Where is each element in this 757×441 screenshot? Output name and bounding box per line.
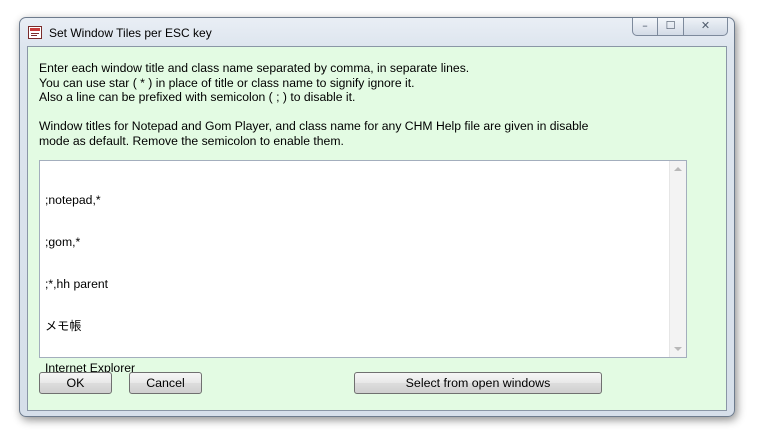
- cancel-button[interactable]: Cancel: [129, 372, 202, 394]
- minimize-icon: –: [642, 19, 648, 32]
- window-controls: – ☐ ✕: [632, 18, 728, 38]
- instructions-text: Enter each window title and class name s…: [39, 61, 588, 148]
- instruction-line: You can use star ( * ) in place of title…: [39, 75, 415, 90]
- textarea-line: メモ帳: [45, 319, 82, 333]
- title-bar[interactable]: Set Window Tiles per ESC key – ☐ ✕: [20, 18, 734, 46]
- textarea-line: ;gom,*: [45, 235, 81, 249]
- textarea-line: ;*,hh parent: [45, 277, 109, 291]
- window-list-textarea[interactable]: ;notepad,* ;gom,* ;*,hh parent メモ帳 Inter…: [39, 160, 687, 375]
- app-icon[interactable]: [28, 26, 42, 39]
- instruction-line: Window titles for Notepad and Gom Player…: [39, 119, 589, 133]
- close-button[interactable]: ✕: [684, 18, 728, 36]
- window-title: Set Window Tiles per ESC key: [49, 26, 212, 40]
- vertical-scrollbar[interactable]: [669, 161, 686, 357]
- close-icon: ✕: [700, 19, 711, 32]
- textarea-content[interactable]: ;notepad,* ;gom,* ;*,hh parent メモ帳 Inter…: [45, 165, 135, 403]
- select-from-open-windows-button[interactable]: Select from open windows: [354, 372, 602, 394]
- textarea-line: ;notepad,*: [45, 193, 101, 207]
- instruction-line: mode as default. Remove the semicolon to…: [39, 133, 344, 148]
- minimize-button[interactable]: –: [632, 18, 658, 36]
- dialog-body: Enter each window title and class name s…: [27, 46, 727, 411]
- instruction-line: Also a line can be prefixed with semicol…: [39, 90, 356, 104]
- maximize-icon: ☐: [665, 19, 676, 32]
- ok-button[interactable]: OK: [39, 372, 112, 394]
- instruction-line: Enter each window title and class name s…: [39, 61, 470, 75]
- scroll-down-icon[interactable]: [674, 347, 682, 351]
- scroll-up-icon[interactable]: [674, 167, 682, 171]
- dialog-window: Set Window Tiles per ESC key – ☐ ✕ Enter…: [19, 17, 735, 417]
- instruction-spacer: [39, 105, 588, 120]
- maximize-button[interactable]: ☐: [658, 18, 684, 36]
